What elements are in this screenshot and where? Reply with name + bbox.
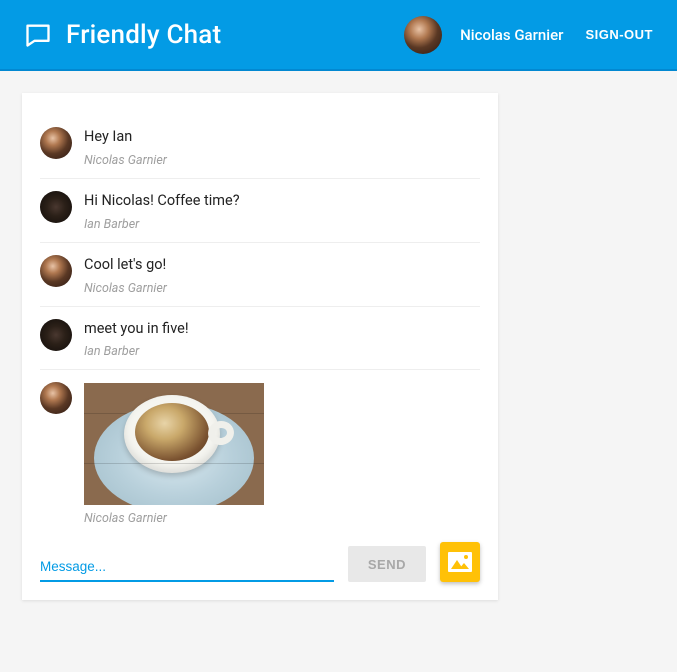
message-row: Cool let's go! Nicolas Garnier xyxy=(40,243,480,307)
app-title: Friendly Chat xyxy=(66,20,221,50)
message-image[interactable] xyxy=(84,383,264,505)
message-body: Hey Ian Nicolas Garnier xyxy=(84,127,480,168)
message-input-wrap xyxy=(40,553,334,582)
image-upload-button[interactable] xyxy=(440,542,480,582)
signout-button[interactable]: SIGN-OUT xyxy=(581,19,653,50)
message-body: Cool let's go! Nicolas Garnier xyxy=(84,255,480,296)
message-avatar xyxy=(40,255,72,287)
user-name: Nicolas Garnier xyxy=(460,26,563,44)
header-left: Friendly Chat xyxy=(24,20,221,50)
message-avatar xyxy=(40,382,72,414)
message-input[interactable] xyxy=(40,553,334,582)
image-icon xyxy=(448,552,472,572)
message-sender: Ian Barber xyxy=(84,217,480,232)
message-sender: Nicolas Garnier xyxy=(84,153,480,168)
message-body: Hi Nicolas! Coffee time? Ian Barber xyxy=(84,191,480,232)
message-avatar xyxy=(40,127,72,159)
header-right: Nicolas Garnier SIGN-OUT xyxy=(404,16,653,54)
message-row: Nicolas Garnier xyxy=(40,370,480,536)
message-body: Nicolas Garnier xyxy=(84,382,480,526)
message-text: meet you in five! xyxy=(84,320,480,339)
message-body: meet you in five! Ian Barber xyxy=(84,319,480,360)
message-row: Hi Nicolas! Coffee time? Ian Barber xyxy=(40,179,480,243)
message-text: Hey Ian xyxy=(84,128,480,147)
app-header: Friendly Chat Nicolas Garnier SIGN-OUT xyxy=(0,0,677,71)
chat-card: Hey Ian Nicolas Garnier Hi Nicolas! Coffee… xyxy=(22,93,498,600)
message-avatar xyxy=(40,191,72,223)
message-sender: Ian Barber xyxy=(84,344,480,359)
composer: SEND xyxy=(40,542,480,582)
message-text: Cool let's go! xyxy=(84,256,480,275)
message-row: Hey Ian Nicolas Garnier xyxy=(40,115,480,179)
message-avatar xyxy=(40,319,72,351)
message-sender: Nicolas Garnier xyxy=(84,511,480,526)
message-list: Hey Ian Nicolas Garnier Hi Nicolas! Coffee… xyxy=(40,115,480,536)
message-text: Hi Nicolas! Coffee time? xyxy=(84,192,480,211)
message-row: meet you in five! Ian Barber xyxy=(40,307,480,371)
message-sender: Nicolas Garnier xyxy=(84,281,480,296)
send-button[interactable]: SEND xyxy=(348,546,426,582)
chat-icon xyxy=(24,21,52,49)
user-avatar[interactable] xyxy=(404,16,442,54)
